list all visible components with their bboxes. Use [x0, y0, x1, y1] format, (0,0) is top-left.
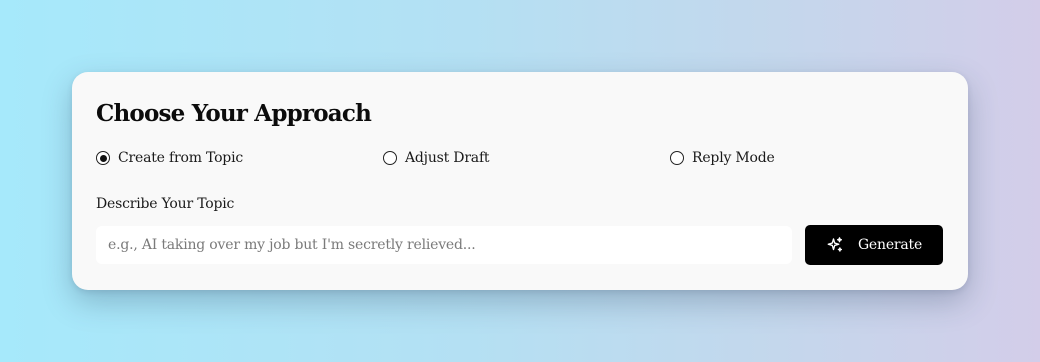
generate-button[interactable]: Generate [805, 225, 943, 265]
radio-button[interactable] [383, 151, 397, 165]
sparkle-icon [827, 237, 842, 252]
radio-label-create-from-topic: Create from Topic [118, 150, 243, 166]
radio-reply-mode[interactable]: Reply Mode [670, 150, 775, 166]
radio-label-adjust-draft: Adjust Draft [405, 150, 490, 166]
radio-selected-dot [99, 154, 107, 162]
approach-card: Choose Your Approach Create from Topic A… [72, 72, 968, 290]
radio-adjust-draft[interactable]: Adjust Draft [383, 150, 490, 166]
radio-create-from-topic[interactable]: Create from Topic [96, 150, 243, 166]
radio-label-reply-mode: Reply Mode [692, 150, 775, 166]
topic-input[interactable] [96, 226, 792, 264]
radio-button[interactable] [670, 151, 684, 165]
card-title: Choose Your Approach [96, 100, 372, 127]
radio-button-selected[interactable] [96, 151, 110, 165]
generate-button-label: Generate [857, 237, 923, 253]
approach-radio-group: Create from Topic Adjust Draft Reply Mod… [96, 150, 946, 172]
topic-field-label: Describe Your Topic [96, 196, 235, 212]
